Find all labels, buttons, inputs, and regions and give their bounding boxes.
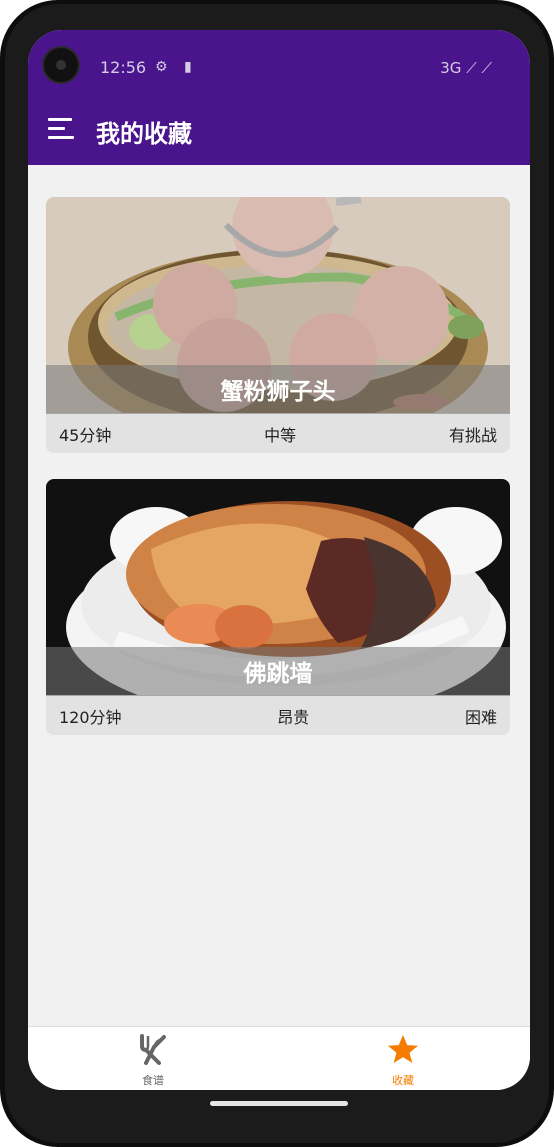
recipe-title-1: 蟹粉狮子头 [46, 365, 510, 414]
recipe-cost: 昂贵 [277, 708, 310, 727]
network-type: 3G [440, 59, 462, 77]
recipe-card-1[interactable]: 蟹粉狮子头 45分钟 中等 有挑战 [46, 197, 510, 453]
recipe-time: 120分钟 [59, 708, 122, 727]
front-camera [44, 48, 78, 82]
nav-recipes-label: 食谱 [142, 1074, 164, 1087]
recipe-difficulty: 困难 [464, 708, 497, 727]
nav-favorites[interactable]: 收藏 [328, 1027, 478, 1090]
recipe-card-2[interactable]: 佛跳墙 120分钟 昂贵 困难 [46, 479, 510, 735]
recipe-difficulty: 有挑战 [448, 426, 497, 445]
recipe-meta-1: 45分钟 中等 有挑战 [59, 415, 497, 453]
home-indicator[interactable] [210, 1101, 348, 1106]
settings-status-icon: ⚙ [155, 59, 168, 75]
sd-card-icon: ▮ [184, 59, 192, 75]
utensils-icon [140, 1034, 166, 1065]
app-bar: 12:56 ⚙ ▮ 3G ⟋ ⟋ 我的收藏 [28, 30, 530, 165]
nav-favorites-label: 收藏 [392, 1074, 414, 1087]
nav-recipes[interactable]: 食谱 [78, 1027, 228, 1090]
screen: 12:56 ⚙ ▮ 3G ⟋ ⟋ 我的收藏 蟹粉狮子头 45分钟 中等 有挑战 … [28, 30, 530, 1090]
star-icon [388, 1035, 418, 1063]
page-title: 我的收藏 [96, 120, 192, 148]
network-status: 3G ⟋ ⟋ [440, 59, 492, 77]
recipe-cost: 中等 [264, 426, 297, 445]
bottom-navigation: 食谱 收藏 [28, 1026, 530, 1090]
recipe-meta-2: 120分钟 昂贵 困难 [59, 697, 497, 735]
menu-icon[interactable] [48, 116, 76, 142]
recipe-time: 45分钟 [59, 426, 112, 445]
recipe-title-2: 佛跳墙 [46, 647, 510, 696]
signal-icon: ⟋ ⟋ [466, 59, 492, 77]
status-time: 12:56 [100, 58, 147, 77]
